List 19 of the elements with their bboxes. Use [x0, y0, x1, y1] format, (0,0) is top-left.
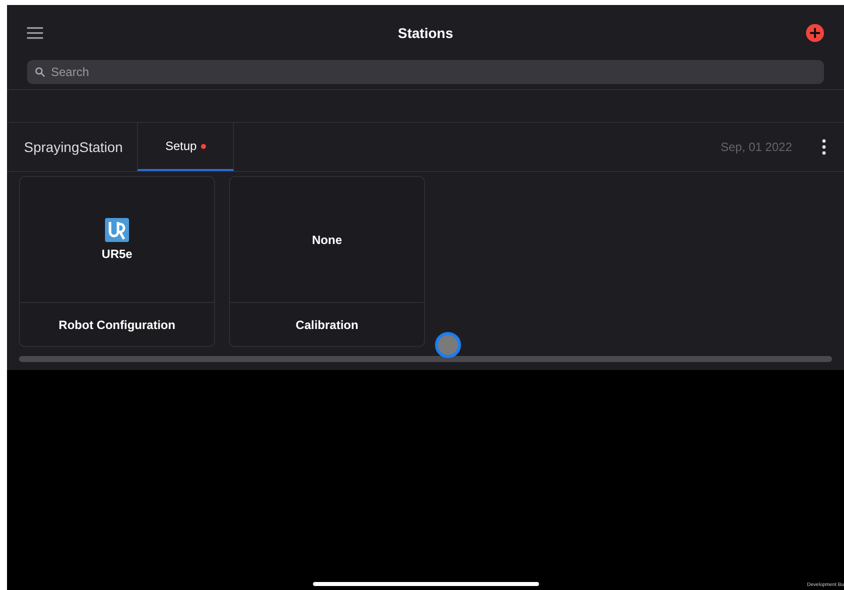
more-icon[interactable]: [822, 139, 826, 155]
station-date: Sep, 01 2022: [720, 139, 792, 155]
card-background[interactable]: UR5e Robot Configuration: [19, 176, 215, 347]
card-background[interactable]: None Calibration: [229, 176, 425, 347]
card-value: None: [312, 232, 342, 248]
card-value: UR5e: [102, 246, 132, 262]
setup-tab[interactable]: Setup: [137, 123, 234, 171]
add-icon[interactable]: [806, 24, 824, 42]
card-label: Calibration: [296, 316, 358, 332]
menu-icon[interactable]: [27, 26, 43, 38]
touch-indicator: [435, 332, 461, 358]
search-icon: [35, 67, 45, 77]
search-input[interactable]: Search: [51, 64, 816, 80]
search-field[interactable]: Search: [27, 60, 824, 84]
robot-logo-icon: [105, 218, 129, 242]
station-name: SprayingStation: [24, 138, 124, 157]
card-label: Robot Configuration: [58, 316, 176, 332]
page-title: Stations: [398, 24, 454, 42]
scrollbar[interactable]: [19, 356, 832, 362]
